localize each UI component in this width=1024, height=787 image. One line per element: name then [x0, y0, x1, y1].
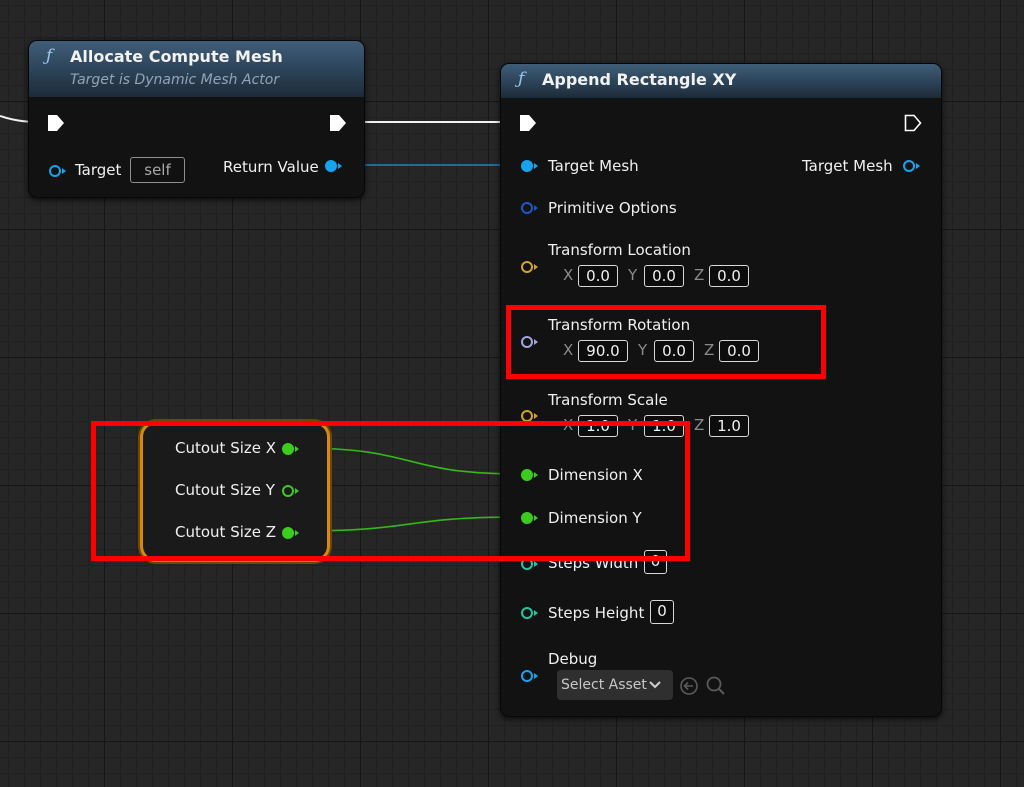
scale-z-field[interactable]: 1.0 [709, 415, 749, 437]
steps-height-field[interactable]: 0 [650, 600, 674, 624]
target-mesh-input-label: Target Mesh [548, 157, 639, 175]
location-y-axis: Y [628, 266, 638, 284]
pin-arrow-icon [534, 163, 538, 169]
transform-location-label: Transform Location [548, 241, 691, 259]
pin-arrow-icon [534, 561, 538, 567]
use-selected-asset-icon[interactable] [679, 676, 699, 696]
pin-arrow-icon [916, 163, 920, 169]
transform-scale-label: Transform Scale [548, 391, 668, 409]
location-x-axis: X [563, 266, 574, 284]
exec-output-pin[interactable] [904, 114, 922, 132]
scale-z-axis: Z [694, 416, 705, 434]
steps-height-pin[interactable] [521, 607, 533, 619]
target-mesh-output-pin[interactable] [903, 160, 915, 172]
pin-arrow-icon [534, 610, 538, 616]
pin-arrow-icon [338, 163, 342, 169]
select-asset-label: Select Asset [561, 677, 647, 693]
target-label: Target [75, 161, 122, 179]
target-mesh-output-label: Target Mesh [802, 157, 893, 175]
node-title: Allocate Compute Mesh [70, 47, 283, 66]
allocate-compute-mesh-node[interactable]: ƒ Allocate Compute Mesh Target is Dynami… [28, 40, 365, 198]
debug-label: Debug [548, 650, 598, 668]
location-y-field[interactable]: 0.0 [644, 265, 684, 287]
exec-output-pin[interactable] [329, 114, 347, 132]
return-value-pin[interactable] [325, 160, 337, 172]
target-pin[interactable] [49, 165, 61, 177]
pin-arrow-icon [534, 264, 538, 270]
transform-location-pin[interactable] [521, 261, 533, 273]
location-x-field[interactable]: 0.0 [578, 265, 618, 287]
function-icon: ƒ [46, 46, 53, 66]
select-asset-dropdown[interactable]: Select Asset [557, 670, 673, 700]
highlight-transform-rotation [506, 305, 826, 379]
steps-height-label: Steps Height [548, 604, 645, 622]
pin-arrow-icon [534, 413, 538, 419]
target-self-field[interactable]: self [130, 157, 185, 183]
exec-input-pin[interactable] [519, 114, 537, 132]
target-mesh-input-pin[interactable] [521, 160, 533, 172]
append-rectangle-xy-node[interactable]: ƒ Append Rectangle XY Target Mesh Target… [500, 63, 942, 717]
node-title: Append Rectangle XY [542, 70, 737, 89]
location-z-axis: Z [694, 266, 705, 284]
return-value-label: Return Value [223, 158, 319, 176]
chevron-down-icon [649, 681, 661, 689]
function-icon: ƒ [518, 69, 525, 89]
debug-pin[interactable] [521, 670, 533, 682]
pin-arrow-icon [534, 205, 538, 211]
pin-arrow-icon [534, 673, 538, 679]
exec-input-pin[interactable] [47, 114, 65, 132]
primitive-options-label: Primitive Options [548, 199, 677, 217]
primitive-options-pin[interactable] [521, 202, 533, 214]
node-subtitle: Target is Dynamic Mesh Actor [70, 72, 280, 88]
browse-asset-search-icon[interactable] [705, 675, 727, 697]
highlight-cutout-to-dimension [91, 421, 690, 561]
location-z-field[interactable]: 0.0 [709, 265, 749, 287]
pin-arrow-icon [62, 168, 66, 174]
